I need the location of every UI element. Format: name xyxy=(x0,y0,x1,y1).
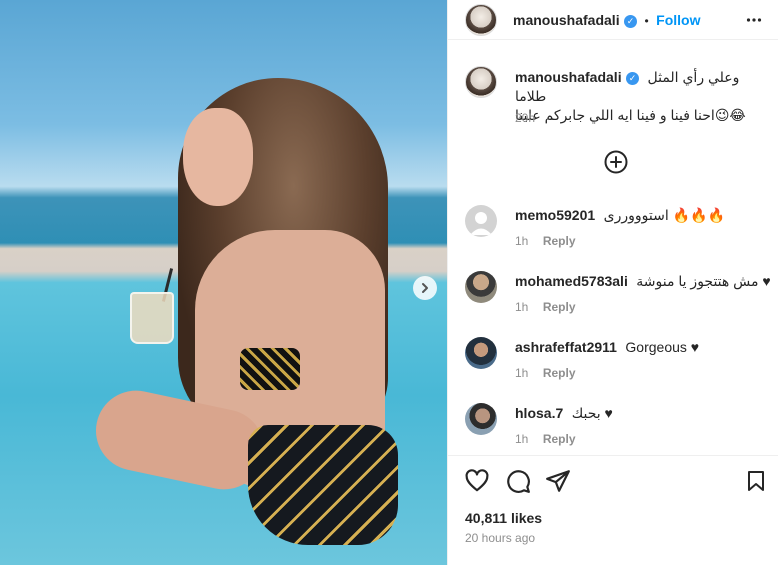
caption-line-2: احنا فينا و فينا ايه اللي جابركم علينا😉😂 xyxy=(515,107,746,123)
verified-icon: ✓ xyxy=(626,72,640,85)
share-icon[interactable] xyxy=(545,468,571,494)
photo-top xyxy=(240,348,300,390)
comment-body: hlosa.7 بحبك ♥⁣ xyxy=(515,405,613,423)
comment-icon[interactable] xyxy=(505,468,531,494)
chevron-right-icon xyxy=(422,283,428,293)
caption-time: 20h xyxy=(515,111,536,125)
comment-time: 1h xyxy=(515,234,529,248)
photo-glass xyxy=(130,292,174,344)
photo-bottom xyxy=(248,425,398,545)
comment-text: Gorgeous ♥ xyxy=(625,339,700,355)
reply-button[interactable]: Reply xyxy=(543,432,576,446)
post-photo[interactable] xyxy=(0,0,447,565)
reply-button[interactable]: Reply xyxy=(543,366,576,380)
more-horizontal-icon[interactable] xyxy=(746,12,762,28)
reply-button[interactable]: Reply xyxy=(543,300,576,314)
comment-body: ashrafeffat2911 Gorgeous ♥ xyxy=(515,339,699,357)
caption-avatar[interactable] xyxy=(465,66,497,98)
comment-text: استوووررى 🔥🔥🔥 xyxy=(603,207,725,223)
comment-body: memo59201 استوووررى 🔥🔥🔥 xyxy=(515,207,725,225)
default-avatar-icon xyxy=(470,212,492,235)
commenter-avatar[interactable] xyxy=(465,337,497,369)
comment-username[interactable]: mohamed5783ali xyxy=(515,273,628,289)
comment-meta: 1h Reply xyxy=(515,298,576,316)
likes-count[interactable]: 40,811 likes xyxy=(465,510,542,526)
comment-time: 1h xyxy=(515,366,529,380)
verified-icon: ✓ xyxy=(624,15,638,28)
post-header: manoushafadali ✓ • Follow xyxy=(448,0,778,40)
header-author: manoushafadali ✓ • Follow xyxy=(513,12,700,30)
next-photo-button[interactable] xyxy=(413,276,437,300)
comment-username[interactable]: ashrafeffat2911 xyxy=(515,339,617,355)
commenter-avatar[interactable] xyxy=(465,271,497,303)
commenter-avatar[interactable] xyxy=(465,403,497,435)
comment-text: بحبك ♥⁣ xyxy=(571,405,613,421)
author-username[interactable]: manoushafadali xyxy=(513,12,620,28)
plus-circle-icon[interactable] xyxy=(604,150,628,174)
comment-meta: 1h Reply xyxy=(515,430,576,448)
heart-icon[interactable] xyxy=(464,468,490,494)
comment-time: 1h xyxy=(515,432,529,446)
author-avatar[interactable] xyxy=(465,4,497,36)
commenter-avatar[interactable] xyxy=(465,205,497,237)
reply-button[interactable]: Reply xyxy=(543,234,576,248)
comment-text: مش هتتجوز يا منوشة ♥ xyxy=(636,273,771,289)
caption-username[interactable]: manoushafadali xyxy=(515,69,622,85)
caption-body: manoushafadali ✓ وعلي رأي المثل طلاما اح… xyxy=(515,68,765,125)
post-timestamp: 20 hours ago xyxy=(465,531,536,545)
post-panel: manoushafadali ✓ • Follow manoushafadali… xyxy=(447,0,778,565)
comment-username[interactable]: memo59201 xyxy=(515,207,595,223)
action-bar: 40,811 likes 20 hours ago xyxy=(448,455,778,565)
follow-button[interactable]: Follow xyxy=(656,12,700,28)
comment-meta: 1h Reply xyxy=(515,232,576,250)
comment-username[interactable]: hlosa.7 xyxy=(515,405,563,421)
comment-body: mohamed5783ali مش هتتجوز يا منوشة ♥ xyxy=(515,273,771,291)
photo-face xyxy=(183,108,253,206)
dot-separator: • xyxy=(644,14,649,28)
bookmark-icon[interactable] xyxy=(744,468,768,494)
comment-meta: 1h Reply xyxy=(515,364,576,382)
comment-time: 1h xyxy=(515,300,529,314)
